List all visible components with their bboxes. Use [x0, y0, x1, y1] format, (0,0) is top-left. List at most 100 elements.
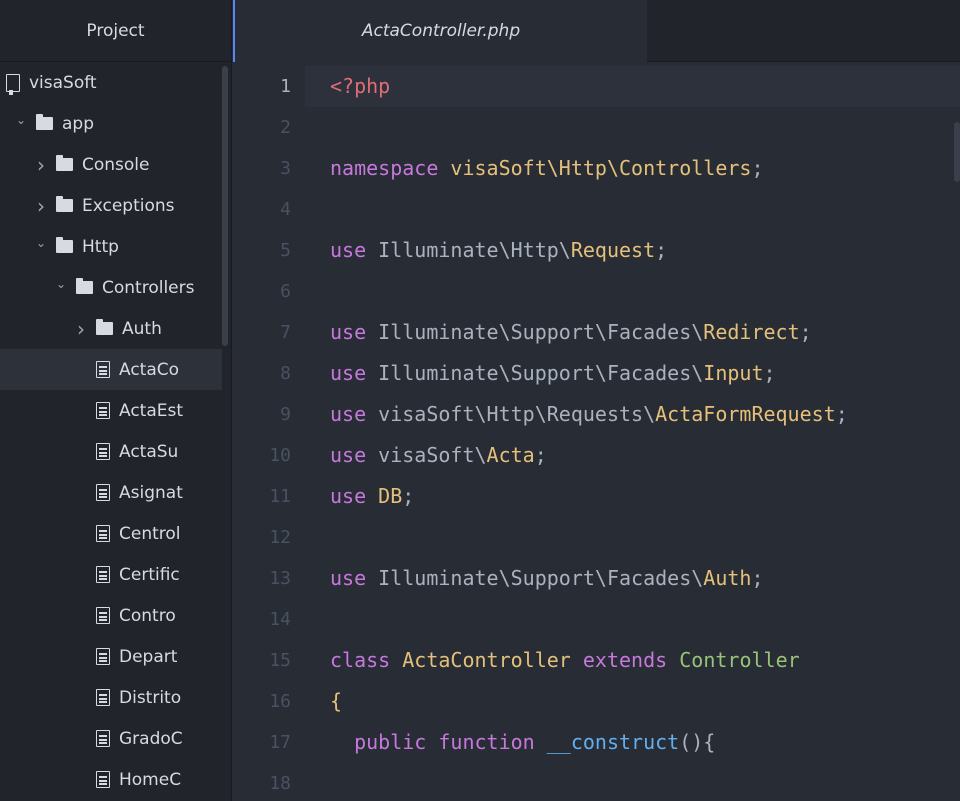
code-token: use	[330, 443, 367, 467]
code-token: __construct	[546, 730, 680, 754]
code-token: Controller	[679, 648, 800, 672]
tree-folder-item[interactable]: visaSoft	[0, 62, 222, 103]
code-line[interactable]: use visaSoft\Acta;	[330, 435, 547, 476]
code-token: visaSoft\Http\Controllers	[450, 156, 752, 180]
code-token: use	[330, 484, 367, 508]
code-line[interactable]: use visaSoft\Http\Requests\ActaFormReque…	[330, 394, 848, 435]
tab-acta-controller[interactable]: ActaController.php	[233, 0, 647, 62]
line-number: 12	[269, 527, 291, 548]
code-token: ;	[751, 566, 764, 590]
tree-file-item[interactable]: ActaEst	[0, 390, 222, 431]
code-token: use	[330, 238, 367, 262]
code-line[interactable]: use Illuminate\Http\Request;	[330, 230, 667, 271]
tree-file-item[interactable]: Contro	[0, 595, 222, 636]
code-token: (){	[679, 730, 716, 754]
line-number: 3	[280, 158, 291, 179]
code-line[interactable]: use Illuminate\Support\Facades\Auth;	[330, 558, 764, 599]
tree-file-item[interactable]: Asignat	[0, 472, 222, 513]
tree-file-item[interactable]: ActaSu	[0, 431, 222, 472]
code-line[interactable]: <?php	[330, 66, 390, 107]
code-token: ;	[835, 402, 848, 426]
tree-item-label: visaSoft	[29, 72, 97, 93]
file-text-icon	[96, 607, 110, 624]
tab-bar: ActaController.php	[233, 0, 960, 62]
code-token: Illuminate\Http\	[366, 238, 571, 262]
code-line[interactable]: use Illuminate\Support\Facades\Redirect;	[330, 312, 812, 353]
tree-item-label: Exceptions	[82, 195, 175, 216]
chevron-down-icon[interactable]: ⌄	[14, 113, 28, 127]
chevron-right-icon[interactable]: ›	[74, 317, 88, 341]
tree-item-label: Distrito	[119, 687, 182, 708]
code-line[interactable]: class ActaController extends Controller	[330, 640, 800, 681]
tree-file-item[interactable]: HomeC	[0, 759, 222, 800]
chevron-right-icon[interactable]: ›	[34, 194, 48, 218]
file-text-icon	[96, 361, 110, 378]
code-token: Illuminate\Support\Facades\	[366, 361, 704, 385]
code-line[interactable]: {	[330, 681, 342, 722]
code-line[interactable]: namespace visaSoft\Http\Controllers;	[330, 148, 764, 189]
tree-item-label: Centrol	[119, 523, 181, 544]
chevron-down-icon[interactable]: ⌄	[34, 236, 48, 250]
tree-view-title[interactable]: Project	[0, 0, 231, 62]
line-number: 10	[269, 445, 291, 466]
code-token: visaSoft\	[366, 443, 487, 467]
folder-icon	[96, 319, 113, 335]
tree-item-label: Controllers	[102, 277, 195, 298]
code-token: ActaFormRequest	[655, 402, 836, 426]
tree-file-item[interactable]: Centrol	[0, 513, 222, 554]
line-number: 1	[280, 76, 291, 97]
code-token: ;	[763, 361, 776, 385]
tree-scrollbar[interactable]	[222, 66, 228, 346]
line-number: 18	[269, 773, 291, 794]
tree-file-item[interactable]: Certific	[0, 554, 222, 595]
chevron-right-icon[interactable]: ›	[34, 153, 48, 177]
code-token: visaSoft\Http\Requests\	[366, 402, 656, 426]
code-token: <?php	[330, 74, 391, 98]
chevron-down-icon[interactable]: ⌄	[54, 277, 68, 291]
editor-scrollbar[interactable]	[954, 122, 960, 182]
line-number: 16	[269, 691, 291, 712]
folder-icon	[56, 237, 73, 253]
code-editor[interactable]: 1 2 3 4 5 6 7 8 9 10 11 12 13 14 15 16 17 18 <?php namespa…	[233, 62, 960, 801]
line-number: 15	[269, 650, 291, 671]
line-number: 5	[280, 240, 291, 261]
tree-folder-item[interactable]: ⌄ app	[0, 103, 222, 144]
code-token: Redirect	[703, 320, 800, 344]
tree-item-label: app	[62, 113, 94, 134]
cursor-line-highlight	[305, 66, 960, 107]
file-text-icon	[96, 648, 110, 665]
code-token: ;	[402, 484, 415, 508]
code-token: use	[330, 402, 367, 426]
tree-folder-item[interactable]: › Auth	[0, 308, 222, 349]
code-line[interactable]: use Illuminate\Support\Facades\Input;	[330, 353, 776, 394]
tree-item-label: HomeC	[119, 769, 182, 790]
tree-file-item[interactable]: ActaCo	[0, 349, 222, 390]
code-token: ;	[751, 156, 764, 180]
code-token: Illuminate\Support\Facades\	[366, 566, 704, 590]
tree-file-item[interactable]: Distrito	[0, 677, 222, 718]
tree-folder-item[interactable]: ⌄ Controllers	[0, 267, 222, 308]
file-text-icon	[96, 689, 110, 706]
tree-item-label: Auth	[122, 318, 162, 339]
code-token: use	[330, 566, 367, 590]
tree-folder-item[interactable]: ⌄ Http	[0, 226, 222, 267]
line-number-gutter[interactable]: 1 2 3 4 5 6 7 8 9 10 11 12 13 14 15 16 17 18	[233, 62, 305, 801]
line-number: 7	[280, 322, 291, 343]
code-token: Illuminate\Support\Facades\	[366, 320, 704, 344]
tree-file-item[interactable]: Depart	[0, 636, 222, 677]
code-token: public	[354, 730, 427, 754]
tree-file-item[interactable]: GradoC	[0, 718, 222, 759]
code-token: use	[330, 320, 367, 344]
line-number: 11	[269, 486, 291, 507]
tree-folder-item[interactable]: › Console	[0, 144, 222, 185]
tree-folder-item[interactable]: › Exceptions	[0, 185, 222, 226]
code-token: function	[438, 730, 535, 754]
code-line[interactable]: public function __construct(){	[330, 722, 715, 763]
code-line[interactable]: use DB;	[330, 476, 414, 517]
